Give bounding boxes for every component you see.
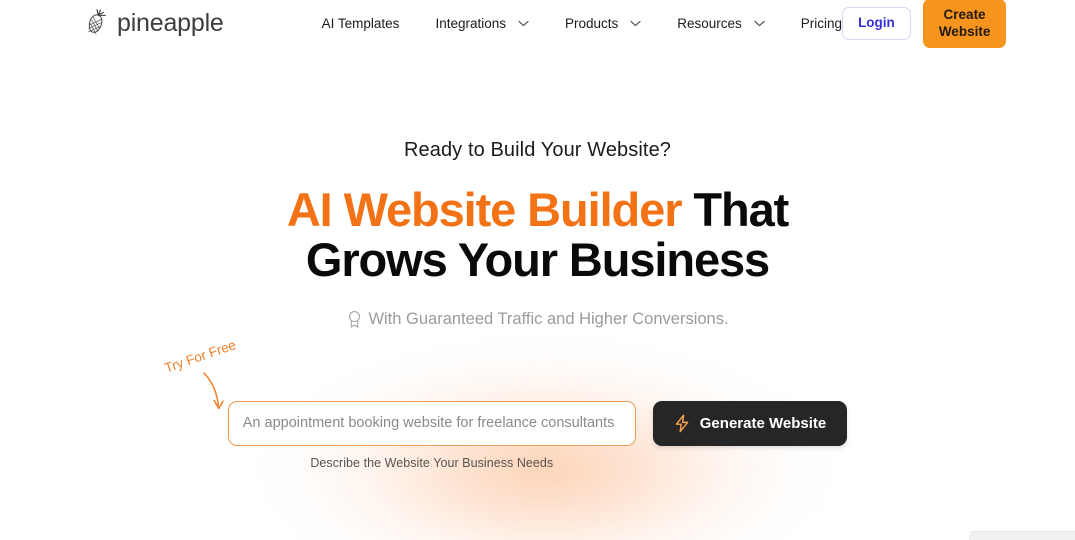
award-ribbon-icon (346, 310, 363, 329)
nav-item-label: Integrations (435, 16, 506, 31)
headline-rest: That (681, 183, 789, 236)
create-website-button[interactable]: Create Website (922, 0, 1007, 48)
nav-item-products[interactable]: Products (565, 10, 641, 37)
headline-line-2: Grows Your Business (305, 233, 770, 287)
main-navigation: AI Templates Integrations Products Resou… (322, 10, 842, 37)
try-for-free-label: Try For Free (162, 336, 238, 376)
nav-item-label: Products (564, 16, 619, 31)
page-title: AI Website Builder That Grows Your Busin… (0, 183, 1075, 287)
nav-item-pricing[interactable]: Pricing (801, 10, 842, 37)
generate-website-label: Generate Website (699, 414, 827, 432)
header-actions: Login Create Website (842, 0, 1007, 48)
generate-website-button[interactable]: Generate Website (652, 400, 848, 446)
hero-subline-text: With Guaranteed Traffic and Higher Conve… (368, 309, 729, 328)
chevron-down-icon (630, 20, 641, 27)
support-widget-edge[interactable] (969, 531, 1075, 540)
prompt-input-column: Try For Free Describe the Website Your B… (162, 337, 636, 470)
chevron-down-icon (754, 20, 765, 27)
generate-form: Try For Free Describe the Website Your B… (0, 337, 1075, 470)
chevron-down-icon (518, 20, 529, 27)
hero-section: Ready to Build Your Website? AI Website … (0, 47, 1075, 470)
hero-eyebrow: Ready to Build Your Website? (403, 139, 672, 161)
headline-accent: AI Website Builder (286, 183, 683, 236)
website-description-input[interactable] (227, 400, 636, 446)
nav-item-integrations[interactable]: Integrations (435, 10, 529, 37)
nav-item-resources[interactable]: Resources (677, 10, 765, 37)
nav-item-ai-templates[interactable]: AI Templates (322, 10, 400, 37)
lightning-bolt-icon (674, 414, 690, 433)
login-button[interactable]: Login (842, 7, 911, 40)
nav-item-label: Pricing (800, 16, 843, 31)
brand-logo-link[interactable]: pineapple (82, 8, 224, 39)
nav-item-label: AI Templates (321, 16, 400, 31)
input-helper-text: Describe the Website Your Business Needs (310, 455, 554, 470)
brand-name: pineapple (117, 9, 224, 37)
nav-item-label: Resources (677, 16, 742, 31)
pineapple-icon (82, 8, 108, 39)
hero-subline: With Guaranteed Traffic and Higher Conve… (0, 310, 1075, 329)
site-header: pineapple AI Templates Integrations Prod… (0, 0, 1075, 48)
